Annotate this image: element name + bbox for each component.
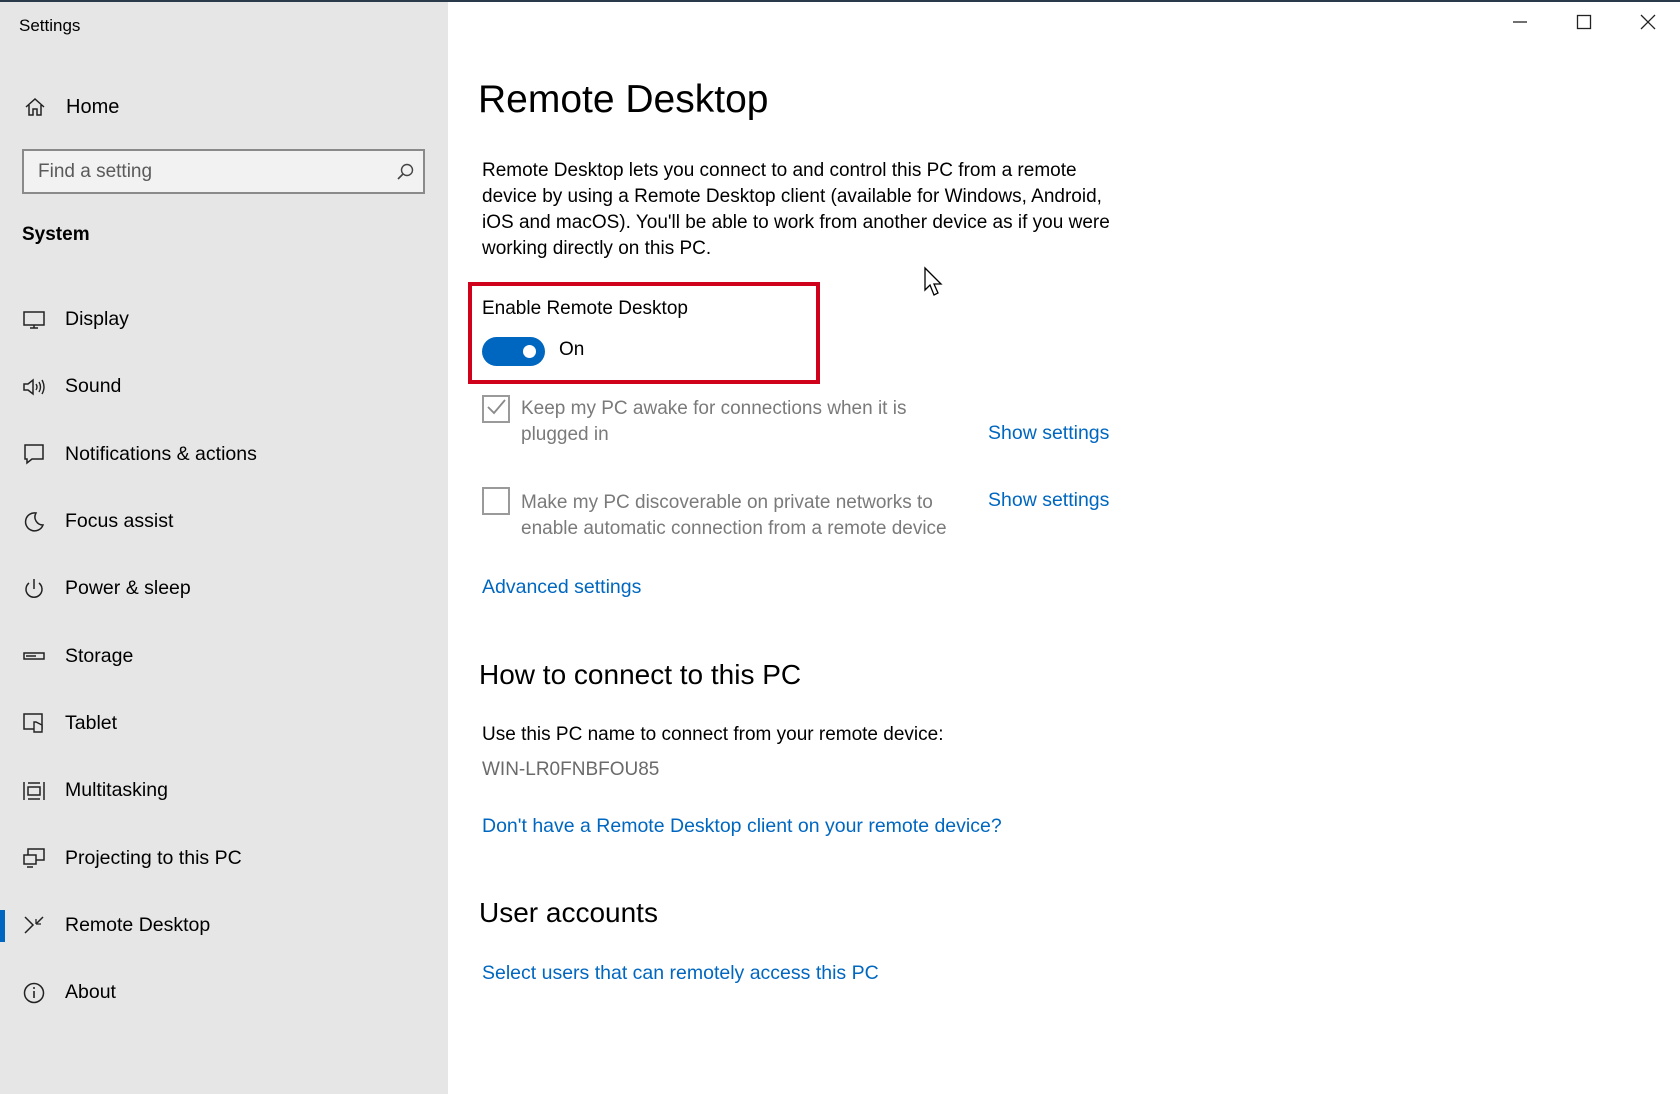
mouse-cursor-icon — [923, 266, 945, 298]
sidebar-item-label: Remote Desktop — [65, 913, 211, 936]
storage-icon — [20, 642, 48, 670]
keep-awake-text: Keep my PC awake for connections when it… — [521, 398, 907, 445]
home-icon — [20, 92, 50, 122]
main-content: Remote Desktop Remote Desktop lets you c… — [448, 2, 1680, 1094]
sidebar-item-about[interactable]: About — [0, 959, 448, 1026]
home-nav-item[interactable]: Home — [20, 90, 420, 124]
toggle-state-label: On — [559, 339, 585, 360]
search-box[interactable] — [22, 149, 425, 194]
connect-instructions: Use this PC name to connect from your re… — [482, 724, 944, 745]
tablet-icon — [20, 709, 48, 737]
sidebar-item-power-sleep[interactable]: Power & sleep — [0, 555, 448, 622]
remote-client-link[interactable]: Don't have a Remote Desktop client on yo… — [482, 815, 1002, 838]
sidebar-item-focus-assist[interactable]: Focus assist — [0, 488, 448, 555]
advanced-settings-link[interactable]: Advanced settings — [482, 576, 641, 599]
sidebar-item-label: About — [65, 981, 116, 1004]
section-system: System — [22, 224, 90, 245]
info-icon — [20, 979, 48, 1007]
sidebar-item-multitasking[interactable]: Multitasking — [0, 757, 448, 824]
page-title: Remote Desktop — [478, 78, 769, 121]
sidebar-item-remote-desktop[interactable]: Remote Desktop — [0, 892, 448, 959]
sidebar-item-label: Tablet — [65, 711, 118, 734]
sidebar-item-label: Notifications & actions — [65, 442, 257, 465]
search-input[interactable] — [38, 160, 387, 183]
sidebar-item-label: Display — [65, 308, 129, 331]
moon-icon — [20, 508, 48, 536]
sidebar-item-label: Storage — [65, 644, 134, 667]
notification-icon — [20, 440, 48, 468]
description: Remote Desktop lets you connect to and c… — [482, 160, 1110, 259]
sidebar: Settings Home System Display Sound — [0, 2, 448, 1094]
discoverable-show-settings-link[interactable]: Show settings — [988, 489, 1109, 512]
sidebar-item-notifications[interactable]: Notifications & actions — [0, 421, 448, 488]
sidebar-item-display[interactable]: Display — [0, 286, 448, 353]
sidebar-item-label: Sound — [65, 375, 122, 398]
multitasking-icon — [20, 777, 48, 805]
keep-awake-show-settings-link[interactable]: Show settings — [988, 422, 1109, 445]
checkmark-icon — [485, 397, 507, 422]
home-label: Home — [66, 95, 120, 118]
keep-awake-checkbox[interactable] — [482, 395, 510, 423]
sidebar-item-storage[interactable]: Storage — [0, 622, 448, 689]
enable-remote-desktop-toggle[interactable] — [482, 337, 545, 366]
remote-desktop-icon — [20, 911, 48, 939]
connect-heading: How to connect to this PC — [479, 659, 802, 690]
speaker-icon — [20, 373, 48, 401]
sidebar-item-projecting[interactable]: Projecting to this PC — [0, 824, 448, 891]
sidebar-item-tablet[interactable]: Tablet — [0, 690, 448, 757]
sidebar-item-label: Focus assist — [65, 510, 174, 533]
sidebar-item-label: Projecting to this PC — [65, 846, 242, 869]
sidebar-item-label: Multitasking — [65, 779, 168, 802]
discoverable-text: Make my PC discoverable on private netwo… — [521, 492, 947, 539]
search-icon[interactable] — [387, 154, 423, 190]
toggle-knob — [523, 345, 536, 358]
pc-name: WIN-LR0FNBFOU85 — [482, 759, 660, 780]
select-users-link[interactable]: Select users that can remotely access th… — [482, 962, 879, 985]
power-icon — [20, 575, 48, 603]
sidebar-item-sound[interactable]: Sound — [0, 353, 448, 420]
enable-remote-desktop-label: Enable Remote Desktop — [482, 298, 688, 319]
window-title: Settings — [19, 16, 81, 35]
monitor-icon — [20, 306, 48, 334]
user-accounts-heading: User accounts — [479, 897, 658, 928]
discoverable-checkbox[interactable] — [482, 487, 510, 515]
sidebar-nav: Display Sound Notifications & actions Fo… — [0, 286, 448, 1026]
projecting-icon — [20, 844, 48, 872]
sidebar-item-label: Power & sleep — [65, 577, 191, 600]
